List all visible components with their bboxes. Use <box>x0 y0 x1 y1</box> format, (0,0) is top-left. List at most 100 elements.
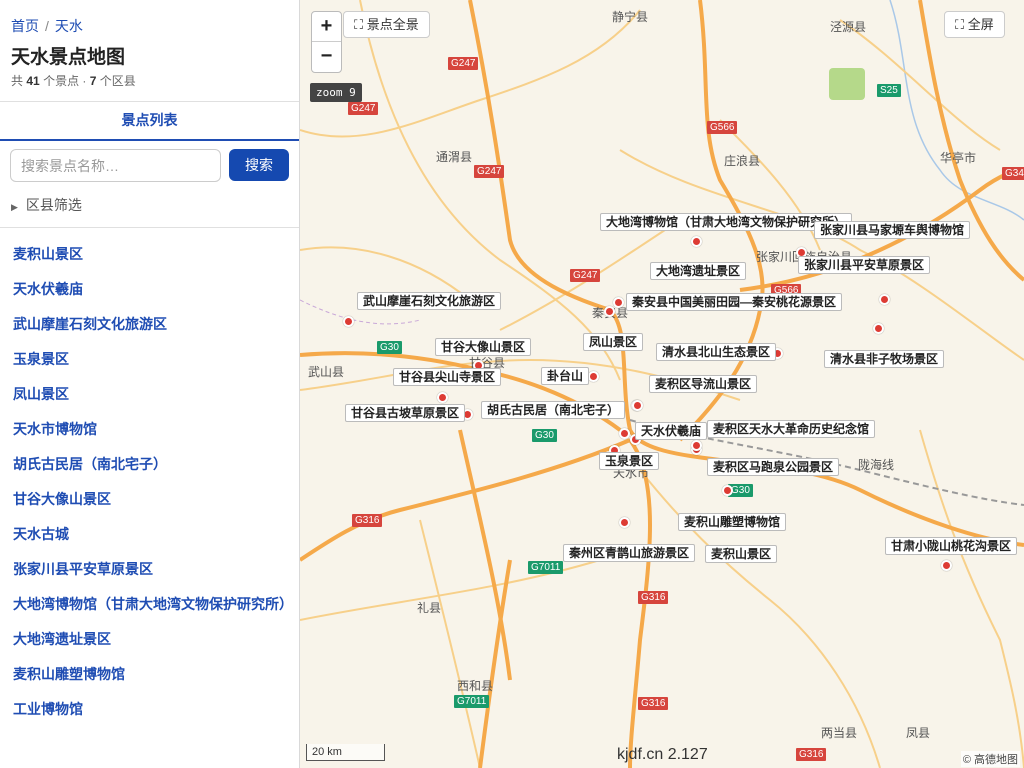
stats-prefix: 共 <box>11 74 24 88</box>
road-shield: G316 <box>796 748 827 761</box>
poi-marker-icon[interactable] <box>437 392 448 403</box>
stats-summary: 共 41 个景点 · 7 个区县 <box>11 72 136 89</box>
poi-marker-icon[interactable] <box>613 297 624 308</box>
tab-spot-list[interactable]: 景点列表 <box>0 102 299 141</box>
place-label: 泾源县 <box>830 20 867 34</box>
poi-label[interactable]: 天水伏羲庙 <box>635 422 708 440</box>
poi-label[interactable]: 甘谷大像山景区 <box>435 338 532 356</box>
poi-marker-icon[interactable] <box>619 428 630 439</box>
spot-list-item[interactable]: 工业博物馆 <box>13 695 293 723</box>
place-label: 礼县 <box>417 601 442 615</box>
spot-list-item[interactable]: 胡氏古民居（南北宅子） <box>13 450 293 478</box>
spot-list-item[interactable]: 大地湾遗址景区 <box>13 625 293 653</box>
road-shield: G247 <box>448 57 479 70</box>
spot-list-item[interactable]: 麦积山雕塑博物馆 <box>13 660 293 688</box>
poi-label[interactable]: 卦台山 <box>541 367 590 385</box>
scale-bar: 20 km <box>306 744 385 761</box>
poi-marker-icon[interactable] <box>879 294 890 305</box>
map-attribution[interactable]: © 高德地图 <box>960 751 1020 767</box>
spot-list-item[interactable]: 武山摩崖石刻文化旅游区 <box>13 310 293 338</box>
poi-marker-icon[interactable] <box>619 517 630 528</box>
poi-label[interactable]: 甘谷县古坡草原景区 <box>345 404 466 422</box>
spot-list-item[interactable]: 天水伏羲庙 <box>13 275 293 303</box>
place-label: 华亭市 <box>940 151 977 165</box>
place-label: 通渭县 <box>436 150 473 164</box>
spot-list-item[interactable]: 凤山景区 <box>13 380 293 408</box>
poi-label[interactable]: 武山摩崖石刻文化旅游区 <box>357 292 502 310</box>
map-view[interactable]: 静宁县泾源县通渭县庄浪县华亭市张家川回族自治县秦安县甘谷县武山县天水市陇海线礼县… <box>300 0 1024 768</box>
stats-suffix: 个区县 <box>99 74 136 88</box>
poi-label[interactable]: 清水县非子牧场景区 <box>824 350 945 368</box>
poi-marker-icon[interactable] <box>343 316 354 327</box>
poi-label[interactable]: 麦积区导流山景区 <box>649 375 758 393</box>
place-label: 凤县 <box>906 726 931 740</box>
road-shield: G566 <box>707 121 738 134</box>
road-shield: S25 <box>877 84 901 97</box>
poi-marker-icon[interactable] <box>691 236 702 247</box>
fullscreen-icon: ⛶ <box>955 17 965 32</box>
breadcrumb-current-link[interactable]: 天水 <box>55 18 83 34</box>
road-shield: G247 <box>570 269 601 282</box>
district-count: 7 <box>89 74 97 88</box>
zoom-out-button[interactable]: − <box>312 42 341 72</box>
search-input[interactable] <box>10 149 221 182</box>
place-label: 庄浪县 <box>724 154 761 168</box>
poi-label[interactable]: 甘肃小陇山桃花沟景区 <box>885 537 1018 555</box>
spot-list-item[interactable]: 天水市博物馆 <box>13 415 293 443</box>
watermark: kjdf.cn 2.127 <box>617 746 708 763</box>
spot-count: 41 <box>26 74 40 88</box>
breadcrumb: 首页 / 天水 <box>11 16 83 36</box>
district-filter-label: 区县筛选 <box>25 197 82 213</box>
fullscreen-button-label: 全屏 <box>967 17 994 32</box>
spot-list-item[interactable]: 张家川县平安草原景区 <box>13 555 293 583</box>
poi-label[interactable]: 甘谷县尖山寺景区 <box>393 368 502 386</box>
zoom-control: + − <box>311 11 342 73</box>
spot-list: 麦积山景区天水伏羲庙武山摩崖石刻文化旅游区 玉泉景区凤山景区天水市博物馆 胡氏古民居… <box>13 240 293 730</box>
poi-label[interactable]: 麦积区马跑泉公园景区 <box>707 458 840 476</box>
expand-icon: ⛶ <box>354 17 364 32</box>
green-area <box>829 68 865 100</box>
place-label: 两当县 <box>821 726 858 740</box>
spot-list-item[interactable]: 玉泉景区 <box>13 345 293 373</box>
poi-label[interactable]: 张家川县马家塬车舆博物馆 <box>814 221 971 239</box>
poi-marker-icon[interactable] <box>691 440 702 451</box>
road-shield: G7011 <box>454 695 490 708</box>
district-filter-toggle[interactable]: ▶ 区县筛选 <box>11 195 82 215</box>
spot-list-item[interactable]: 甘谷大像山景区 <box>13 485 293 513</box>
poi-marker-icon[interactable] <box>941 560 952 571</box>
divider <box>0 227 299 228</box>
poi-label[interactable]: 麦积山景区 <box>705 545 778 563</box>
breadcrumb-separator: / <box>45 18 49 34</box>
poi-marker-icon[interactable] <box>588 371 599 382</box>
breadcrumb-home-link[interactable]: 首页 <box>11 18 39 34</box>
poi-label[interactable]: 胡氏古民居（南北宅子） <box>481 401 626 419</box>
zoom-in-button[interactable]: + <box>312 12 341 42</box>
road-shield: G316 <box>352 514 383 527</box>
road-shield: G7011 <box>528 561 564 574</box>
poi-label[interactable]: 清水县北山生态景区 <box>656 343 777 361</box>
overview-button[interactable]: ⛶ 景点全景 <box>343 11 430 38</box>
search-button[interactable]: 搜索 <box>229 149 289 181</box>
poi-label[interactable]: 张家川县平安草原景区 <box>798 256 931 274</box>
poi-marker-icon[interactable] <box>632 400 643 411</box>
poi-label[interactable]: 大地湾遗址景区 <box>650 262 747 280</box>
overview-button-label: 景点全景 <box>366 17 419 32</box>
poi-label[interactable]: 秦州区青鹊山旅游景区 <box>563 544 696 562</box>
road-shield: G316 <box>638 591 669 604</box>
road-shield: G247 <box>474 165 505 178</box>
poi-label[interactable]: 麦积山雕塑博物馆 <box>678 513 787 531</box>
poi-label[interactable]: 麦积区天水大革命历史纪念馆 <box>707 420 876 438</box>
spot-list-item[interactable]: 麦积山景区 <box>13 240 293 268</box>
place-label: 陇海线 <box>858 458 895 472</box>
fullscreen-button[interactable]: ⛶ 全屏 <box>944 11 1005 38</box>
sidebar: 首页 / 天水 天水景点地图 共 41 个景点 · 7 个区县 景点列表 搜索 ▶ 区… <box>0 0 300 768</box>
poi-label[interactable]: 凤山景区 <box>583 333 644 351</box>
poi-label[interactable]: 秦安县中国美丽田园—秦安桃花源景区 <box>626 293 843 311</box>
poi-marker-icon[interactable] <box>722 485 733 496</box>
spot-list-item[interactable]: 天水古城 <box>13 520 293 548</box>
spot-list-item[interactable]: 大地湾博物馆（甘肃大地湾文物保护研究所） <box>13 590 293 618</box>
poi-label[interactable]: 玉泉景区 <box>599 452 660 470</box>
poi-marker-icon[interactable] <box>604 306 615 317</box>
road-shield: G30 <box>532 429 557 442</box>
poi-marker-icon[interactable] <box>873 323 884 334</box>
